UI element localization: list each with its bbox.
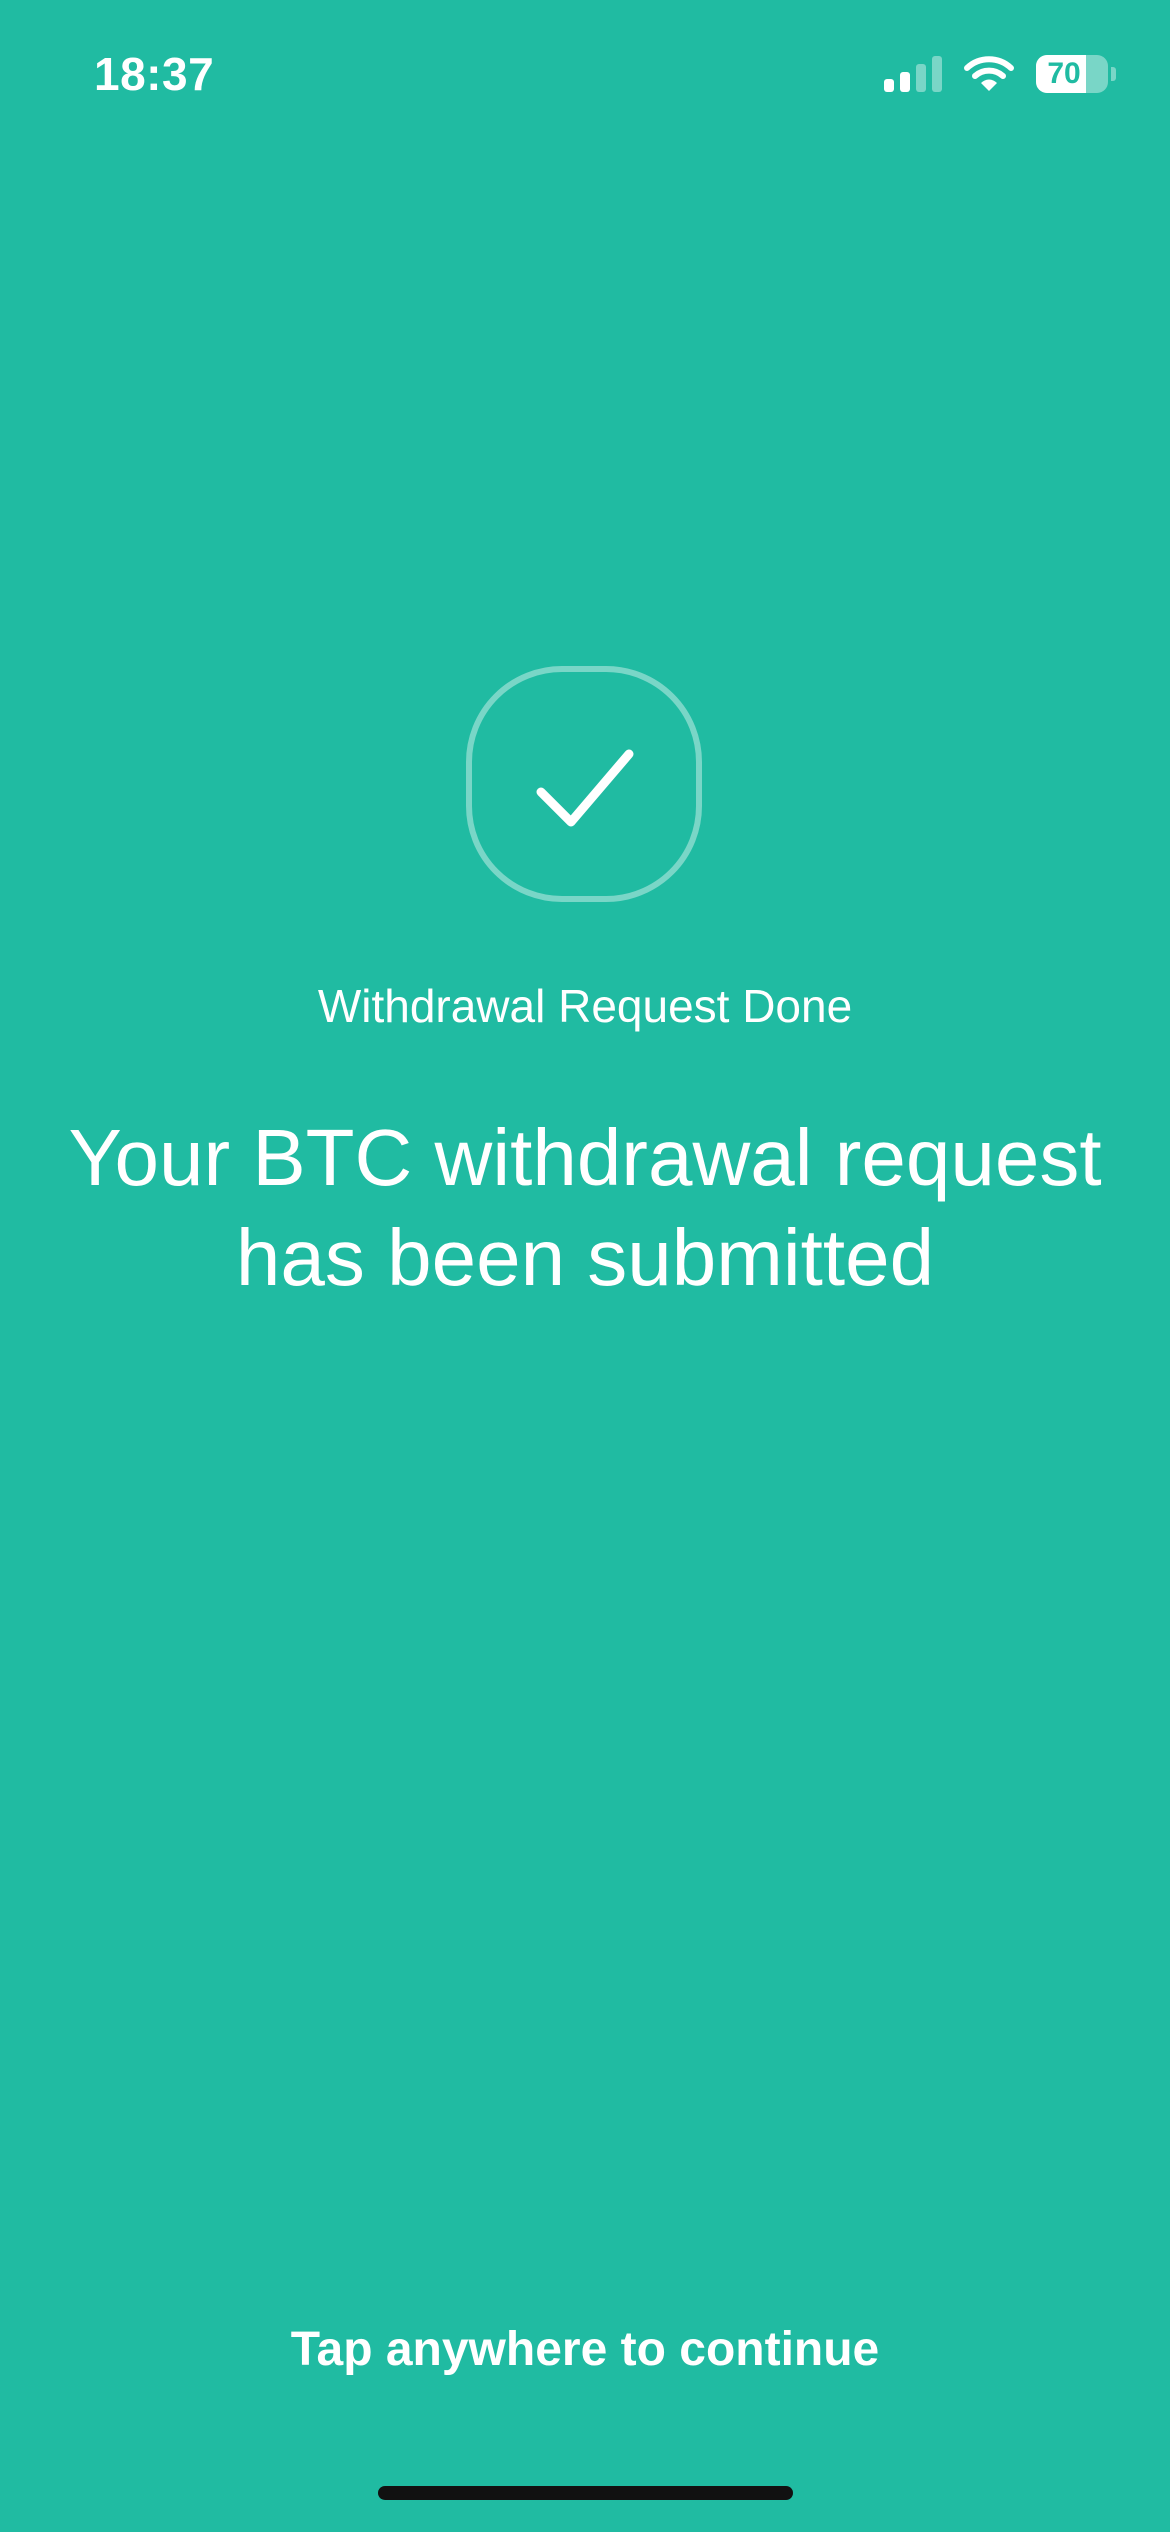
battery-cap bbox=[1111, 67, 1116, 81]
status-icons: 70 bbox=[884, 52, 1116, 96]
home-indicator bbox=[378, 2486, 793, 2500]
success-badge bbox=[466, 666, 702, 902]
wifi-icon bbox=[964, 55, 1014, 93]
continue-hint: Tap anywhere to continue bbox=[290, 2323, 880, 2376]
signal-bar bbox=[916, 64, 926, 92]
battery-body: 70 bbox=[1036, 55, 1108, 93]
battery-level: 70 bbox=[1047, 57, 1081, 90]
signal-bar bbox=[932, 56, 942, 92]
confirmation-message: Your BTC withdrawal request has been sub… bbox=[68, 1113, 1102, 1302]
battery-icon: 70 bbox=[1036, 55, 1116, 93]
request-status-label: Withdrawal Request Done bbox=[317, 980, 853, 1032]
checkmark-icon bbox=[536, 749, 634, 827]
status-time: 18:37 bbox=[94, 48, 215, 100]
signal-bar bbox=[900, 72, 910, 92]
signal-bar bbox=[884, 79, 894, 92]
tap-to-continue-area[interactable]: 18:37 70 Withdrawal Request Done Your BT… bbox=[0, 0, 1170, 2532]
signal-icon bbox=[884, 56, 942, 92]
